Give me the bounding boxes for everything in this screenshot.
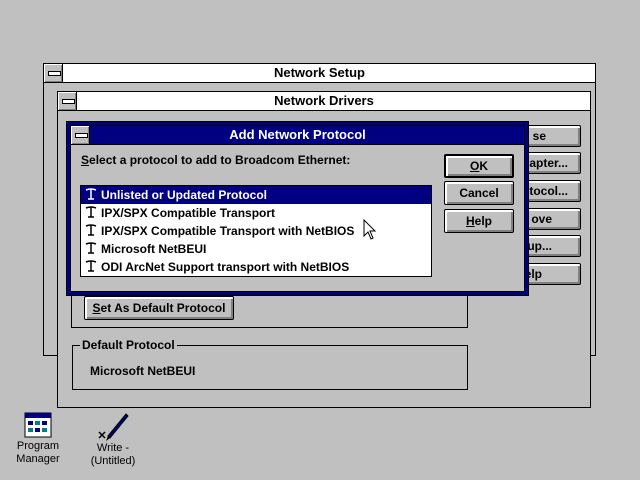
network-drivers-title: Network Drivers [274, 93, 374, 108]
protocol-icon [85, 242, 97, 254]
program-manager-label-2: Manager [16, 453, 60, 465]
setup-button-label: up... [527, 239, 552, 253]
default-protocol-value: Microsoft NetBEUI [90, 364, 196, 378]
network-setup-title: Network Setup [273, 65, 365, 80]
system-menu-icon[interactable] [58, 92, 77, 110]
set-default-protocol-label: Set As Default Protocol [92, 301, 226, 315]
list-item-label: Microsoft NetBEUI [101, 242, 207, 256]
add-protocol-title: Add Network Protocol [229, 127, 366, 142]
list-item[interactable]: IPX/SPX Compatible Transport [81, 204, 431, 222]
protocol-icon [85, 260, 97, 272]
list-item[interactable]: Unlisted or Updated Protocol [81, 186, 431, 204]
add-protocol-button-label: tocol... [529, 184, 568, 198]
ok-button-label: OK [469, 159, 488, 173]
ok-button[interactable]: OK [444, 154, 514, 178]
default-protocol-group-label: Default Protocol [80, 338, 177, 352]
set-default-protocol-button[interactable]: Set As Default Protocol [84, 296, 234, 320]
cancel-button[interactable]: Cancel [444, 181, 514, 205]
list-item[interactable]: ODI ArcNet Support transport with NetBIO… [81, 258, 431, 276]
network-drivers-titlebar[interactable]: Network Drivers [58, 92, 590, 111]
add-network-protocol-dialog: Add Network Protocol Select a protocol t… [66, 121, 529, 296]
list-item[interactable]: IPX/SPX Compatible Transport with NetBIO… [81, 222, 431, 240]
program-manager-glyph-icon [24, 412, 52, 438]
protocol-icon [85, 188, 97, 200]
write-label-1: Write - [96, 442, 130, 454]
write-label-2: (Untitled) [90, 455, 136, 467]
list-item-label: ODI ArcNet Support transport with NetBIO… [101, 260, 350, 274]
default-protocol-group: Default Protocol Microsoft NetBEUI [72, 338, 468, 390]
add-protocol-titlebar[interactable]: Add Network Protocol [71, 126, 524, 145]
system-menu-icon[interactable] [71, 126, 90, 144]
help-button-label: Help [465, 214, 492, 228]
protocol-icon [85, 224, 97, 236]
list-item[interactable]: Microsoft NetBEUI [81, 240, 431, 258]
remove-button-label: ove [531, 212, 552, 226]
network-setup-titlebar[interactable]: Network Setup [44, 64, 595, 83]
protocol-prompt: Select a protocol to add to Broadcom Eth… [81, 153, 351, 167]
write-icon[interactable]: Write - (Untitled) [84, 410, 142, 468]
program-manager-icon[interactable]: Program Manager [10, 410, 66, 466]
list-item-label: IPX/SPX Compatible Transport with NetBIO… [101, 224, 355, 238]
mouse-cursor-icon [363, 219, 377, 240]
protocol-icon [85, 206, 97, 218]
help-button[interactable]: Help [444, 209, 514, 233]
list-item-label: Unlisted or Updated Protocol [101, 188, 268, 202]
program-manager-label-1: Program [16, 440, 60, 452]
protocol-listbox[interactable]: Unlisted or Updated Protocol IPX/SPX Com… [80, 185, 432, 277]
cancel-button-label: Cancel [459, 186, 499, 200]
system-menu-icon[interactable] [44, 64, 63, 82]
write-pen-icon [98, 413, 129, 441]
list-item-label: IPX/SPX Compatible Transport [101, 206, 276, 220]
close-button-label: se [532, 129, 546, 143]
add-adapter-button-label: apter... [529, 156, 568, 170]
